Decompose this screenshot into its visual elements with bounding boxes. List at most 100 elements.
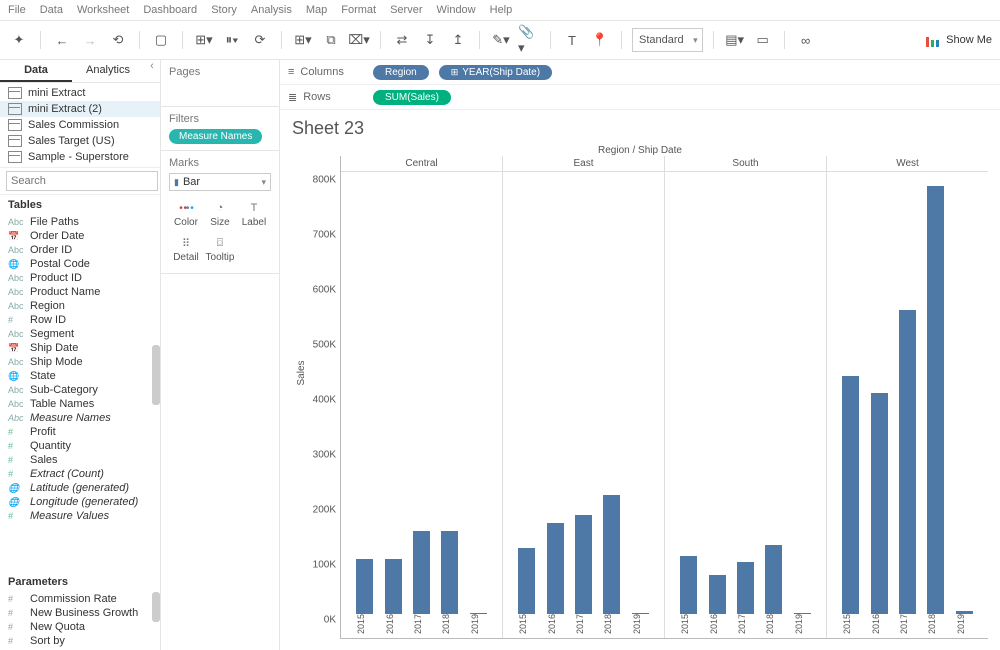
field-item[interactable]: #Row ID bbox=[0, 313, 160, 327]
field-item[interactable]: AbcOrder ID bbox=[0, 243, 160, 257]
group-button[interactable]: 📎▾ bbox=[518, 29, 540, 51]
mark-label[interactable]: TLabel bbox=[237, 197, 271, 232]
mark-size[interactable]: ◔Size bbox=[203, 197, 237, 232]
field-item[interactable]: AbcProduct Name bbox=[0, 285, 160, 299]
mark-tooltip[interactable]: ⌼Tooltip bbox=[203, 232, 237, 267]
parameter-item[interactable]: #Commission Rate bbox=[0, 592, 160, 606]
bar[interactable] bbox=[575, 515, 592, 614]
field-item[interactable]: AbcSegment bbox=[0, 327, 160, 341]
field-item[interactable]: 📅Ship Date bbox=[0, 341, 160, 355]
bar[interactable] bbox=[385, 559, 402, 614]
menu-window[interactable]: Window bbox=[437, 4, 476, 16]
menu-file[interactable]: File bbox=[8, 4, 26, 16]
scrollbar[interactable] bbox=[152, 215, 160, 572]
sheet-title[interactable]: Sheet 23 bbox=[280, 110, 1000, 143]
bar[interactable] bbox=[871, 393, 888, 614]
mark-type-selector[interactable]: ▮Bar bbox=[169, 173, 271, 191]
bar[interactable] bbox=[927, 186, 944, 614]
columns-shelf[interactable]: ≡Columns Region ⊞YEAR(Ship Date) bbox=[280, 60, 1000, 85]
field-item[interactable]: AbcFile Paths bbox=[0, 215, 160, 229]
filter-pill-measure-names[interactable]: Measure Names bbox=[169, 129, 262, 144]
menu-analysis[interactable]: Analysis bbox=[251, 4, 292, 16]
menu-worksheet[interactable]: Worksheet bbox=[77, 4, 129, 16]
field-item[interactable]: #Profit bbox=[0, 425, 160, 439]
bar[interactable] bbox=[413, 531, 430, 614]
datasource-item[interactable]: Sample - Superstore bbox=[0, 149, 160, 165]
bar[interactable] bbox=[737, 562, 754, 614]
sort-desc-button[interactable]: ↥ bbox=[447, 29, 469, 51]
field-item[interactable]: AbcTable Names bbox=[0, 397, 160, 411]
swap-button[interactable]: ⇄ bbox=[391, 29, 413, 51]
field-item[interactable]: 🌐State bbox=[0, 369, 160, 383]
field-item[interactable]: AbcMeasure Names bbox=[0, 411, 160, 425]
pill-year-shipdate[interactable]: ⊞YEAR(Ship Date) bbox=[439, 65, 552, 80]
pause-updates-button[interactable]: ⏸▾ bbox=[221, 29, 243, 51]
datasource-item[interactable]: Sales Commission bbox=[0, 117, 160, 133]
menu-help[interactable]: Help bbox=[490, 4, 513, 16]
bar[interactable] bbox=[441, 531, 458, 614]
field-item[interactable]: #Measure Values bbox=[0, 509, 160, 523]
field-item[interactable]: 🌐Postal Code bbox=[0, 257, 160, 271]
save-button[interactable]: ▢ bbox=[150, 29, 172, 51]
datasource-item[interactable]: mini Extract (2) bbox=[0, 101, 160, 117]
pill-region[interactable]: Region bbox=[373, 65, 429, 80]
highlight-button[interactable]: ✎▾ bbox=[490, 29, 512, 51]
parameter-item[interactable]: #New Quota bbox=[0, 620, 160, 634]
mark-detail[interactable]: ⠿Detail bbox=[169, 232, 203, 267]
menu-format[interactable]: Format bbox=[341, 4, 376, 16]
tableau-logo-icon[interactable]: ✦ bbox=[8, 29, 30, 51]
bar[interactable] bbox=[356, 559, 373, 614]
duplicate-button[interactable]: ⧉ bbox=[320, 29, 342, 51]
menu-story[interactable]: Story bbox=[211, 4, 237, 16]
field-item[interactable]: #Extract (Count) bbox=[0, 467, 160, 481]
bar[interactable] bbox=[765, 545, 782, 614]
pages-shelf[interactable]: Pages bbox=[161, 60, 279, 107]
bar[interactable] bbox=[680, 556, 697, 614]
datasource-item[interactable]: mini Extract bbox=[0, 85, 160, 101]
refresh-button[interactable]: ⟳ bbox=[249, 29, 271, 51]
share-button[interactable]: ∞ bbox=[795, 29, 817, 51]
pill-sum-sales[interactable]: SUM(Sales) bbox=[373, 90, 451, 105]
field-item[interactable]: 📅Order Date bbox=[0, 229, 160, 243]
sort-asc-button[interactable]: ↧ bbox=[419, 29, 441, 51]
bar[interactable] bbox=[899, 310, 916, 614]
bar[interactable] bbox=[709, 575, 726, 614]
bar[interactable] bbox=[547, 523, 564, 614]
presentation-button[interactable]: ▭ bbox=[752, 29, 774, 51]
datasource-item[interactable]: Sales Target (US) bbox=[0, 133, 160, 149]
parameter-item[interactable]: #New Business Growth bbox=[0, 606, 160, 620]
field-item[interactable]: AbcRegion bbox=[0, 299, 160, 313]
plot-area[interactable]: Central20152016201720182019East201520162… bbox=[340, 156, 988, 639]
menu-dashboard[interactable]: Dashboard bbox=[143, 4, 197, 16]
collapse-pane-button[interactable]: ‹ bbox=[144, 60, 160, 82]
menu-map[interactable]: Map bbox=[306, 4, 327, 16]
undo-button[interactable]: ⟲ bbox=[107, 29, 129, 51]
bar[interactable] bbox=[842, 376, 859, 614]
menu-server[interactable]: Server bbox=[390, 4, 422, 16]
show-cards-button[interactable]: ▤▾ bbox=[724, 29, 746, 51]
mark-color[interactable]: Color bbox=[169, 197, 203, 232]
new-sheet-button[interactable]: ⊞▾ bbox=[292, 29, 314, 51]
filters-shelf[interactable]: Filters Measure Names bbox=[161, 107, 279, 151]
field-item[interactable]: #Sales bbox=[0, 453, 160, 467]
field-item[interactable]: 🌐Latitude (generated) bbox=[0, 481, 160, 495]
new-datasource-button[interactable]: ⊞▾ bbox=[193, 29, 215, 51]
labels-button[interactable]: T bbox=[561, 29, 583, 51]
show-me-button[interactable]: Show Me bbox=[926, 33, 992, 47]
pin-button[interactable]: 📍 bbox=[589, 29, 611, 51]
forward-button[interactable]: → bbox=[79, 29, 101, 51]
tab-analytics[interactable]: Analytics bbox=[72, 60, 144, 82]
tab-data[interactable]: Data bbox=[0, 60, 72, 82]
field-item[interactable]: 🌐Longitude (generated) bbox=[0, 495, 160, 509]
field-item[interactable]: AbcShip Mode bbox=[0, 355, 160, 369]
field-item[interactable]: AbcProduct ID bbox=[0, 271, 160, 285]
search-input[interactable] bbox=[6, 171, 158, 191]
clear-button[interactable]: ⌧▾ bbox=[348, 29, 370, 51]
scrollbar[interactable] bbox=[152, 592, 160, 650]
back-button[interactable]: ← bbox=[51, 29, 73, 51]
rows-shelf[interactable]: ≣Rows SUM(Sales) bbox=[280, 85, 1000, 110]
bar[interactable] bbox=[603, 495, 620, 614]
fit-selector[interactable]: Standard bbox=[632, 28, 703, 52]
field-item[interactable]: #Quantity bbox=[0, 439, 160, 453]
menu-data[interactable]: Data bbox=[40, 4, 63, 16]
